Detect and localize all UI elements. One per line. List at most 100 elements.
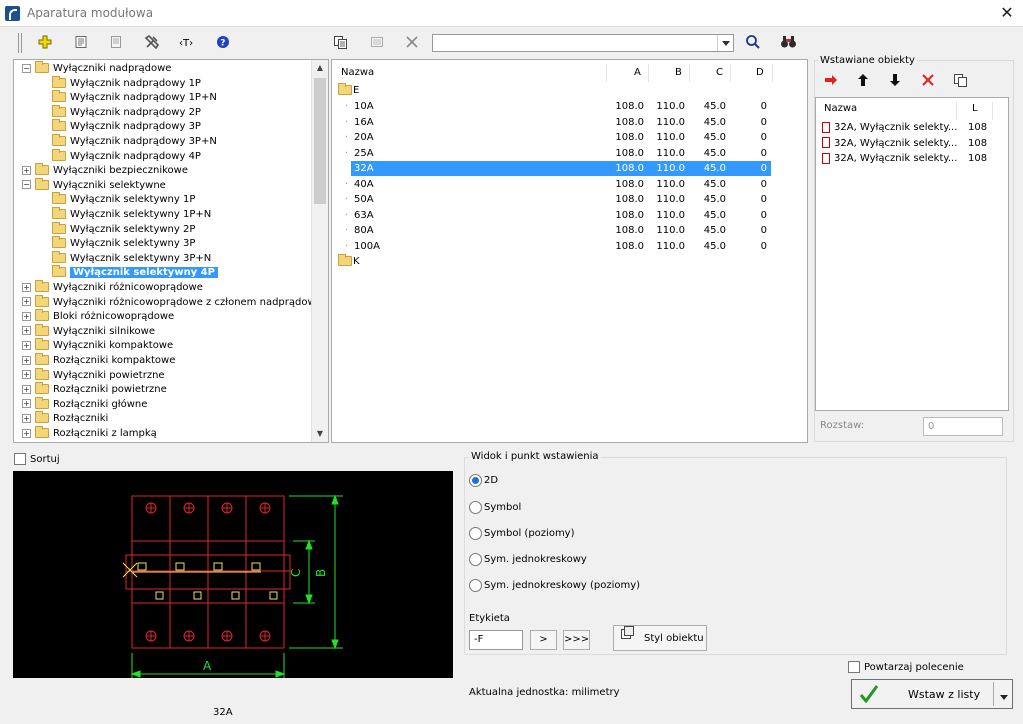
- inserted-objects-list[interactable]: Nazwa L 32A, Wyłącznik selekty... 108 32A,…: [815, 97, 1009, 411]
- all-labels-button[interactable]: >>>: [563, 630, 590, 650]
- column-header-d[interactable]: D: [756, 65, 764, 81]
- tree-item[interactable]: Wyłącznik selektywny 1P+N: [52, 207, 211, 222]
- table-row[interactable]: 32A 108.0 110.0 45.0 0: [351, 161, 771, 176]
- table-row[interactable]: 50A 108.0 110.0 45.0 0 ·: [333, 192, 773, 207]
- tree-scrollbar[interactable]: ▲ ▼: [311, 60, 328, 442]
- expand-icon[interactable]: +: [22, 399, 31, 409]
- copy-icon[interactable]: [330, 31, 352, 53]
- expand-icon[interactable]: +: [22, 165, 31, 175]
- add-icon[interactable]: [34, 31, 56, 53]
- tree-category[interactable]: + Wyłączniki bezpiecznikowe: [22, 163, 188, 178]
- document-icon[interactable]: [105, 31, 127, 53]
- object-style-button[interactable]: Styl obiektu: [613, 625, 707, 651]
- copy-icon[interactable]: [950, 69, 972, 91]
- tree-item[interactable]: Wyłącznik selektywny 2P: [52, 221, 195, 237]
- list-group-e[interactable]: E: [333, 83, 773, 98]
- list-item[interactable]: 32A, Wyłącznik selekty... 108: [822, 151, 1002, 166]
- search-icon[interactable]: [742, 31, 764, 53]
- repeat-command-checkbox[interactable]: Powtarzaj polecenie: [848, 661, 964, 673]
- expand-icon[interactable]: +: [22, 413, 31, 423]
- tree-category[interactable]: + Rozłączniki główne: [22, 396, 147, 412]
- tools-icon[interactable]: [141, 31, 163, 53]
- column-header-a[interactable]: A: [634, 65, 641, 81]
- arrow-up-icon[interactable]: [852, 69, 874, 91]
- column-header-name[interactable]: Nazwa: [824, 103, 857, 114]
- binoculars-icon[interactable]: [778, 31, 800, 53]
- column-header-c[interactable]: C: [716, 65, 723, 81]
- expand-icon[interactable]: +: [22, 326, 31, 336]
- remove-icon[interactable]: [917, 69, 939, 91]
- search-combo[interactable]: [432, 34, 734, 52]
- tree-item[interactable]: Wyłącznik nadprądowy 3P+N: [52, 134, 217, 149]
- collapse-icon[interactable]: −: [22, 180, 31, 190]
- column-header-b[interactable]: B: [675, 65, 682, 81]
- scroll-down-icon[interactable]: ▼: [312, 426, 328, 442]
- expand-icon[interactable]: +: [22, 355, 31, 365]
- tree-category[interactable]: + Wyłączniki silnikowe: [22, 323, 155, 339]
- sort-checkbox[interactable]: Sortuj: [14, 453, 60, 465]
- list-item[interactable]: 32A, Wyłącznik selekty... 108: [822, 136, 1002, 151]
- tree-item[interactable]: Wyłącznik nadprądowy 4P: [52, 148, 201, 164]
- text-tag-icon[interactable]: ‹T›: [176, 31, 198, 53]
- tree-category[interactable]: + Wyłączniki powietrzne: [22, 367, 165, 383]
- radio-symbol-horizontal[interactable]: Symbol (poziomy): [469, 526, 575, 542]
- tree-scroll-thumb[interactable]: [314, 78, 326, 204]
- expand-icon[interactable]: +: [22, 311, 31, 321]
- next-label-button[interactable]: >: [530, 630, 557, 650]
- radio-symbol[interactable]: Symbol: [469, 500, 521, 516]
- expand-icon[interactable]: +: [22, 384, 31, 394]
- tree-category[interactable]: + Wyłączniki kompaktowe: [22, 338, 173, 353]
- tree-category[interactable]: + Rozłączniki powietrzne: [22, 382, 167, 397]
- expand-icon[interactable]: +: [22, 370, 31, 380]
- expand-icon[interactable]: +: [22, 428, 31, 438]
- chevron-down-icon[interactable]: [1000, 690, 1008, 703]
- list-group-k[interactable]: K: [333, 254, 773, 269]
- tree-item[interactable]: Wyłącznik nadprądowy 1P+N: [52, 90, 217, 105]
- radio-2d[interactable]: 2D: [469, 473, 498, 489]
- tree-category[interactable]: + Rozłączniki z lampką: [22, 426, 157, 441]
- column-header-name[interactable]: Nazwa: [341, 65, 374, 81]
- component-list[interactable]: Nazwa A B C D E 10A 108.0 110.0 45.0 0 · 16A 10…: [331, 59, 808, 443]
- tree-item[interactable]: Wyłącznik selektywny 1P: [52, 192, 195, 207]
- radio-button[interactable]: [469, 578, 482, 592]
- label-input[interactable]: -F: [469, 630, 523, 650]
- copy-disabled-icon[interactable]: [366, 31, 388, 53]
- tree-item[interactable]: Wyłącznik nadprądowy 1P: [52, 75, 201, 91]
- tree-category[interactable]: + Bloki różnicowoprądowe: [22, 309, 174, 324]
- arrow-down-icon[interactable]: [884, 69, 906, 91]
- collapse-icon[interactable]: −: [22, 63, 31, 73]
- tree-item[interactable]: Wyłącznik nadprądowy 2P: [52, 104, 201, 120]
- table-row[interactable]: 80A 108.0 110.0 45.0 0 ·: [333, 223, 773, 238]
- table-row[interactable]: 20A 108.0 110.0 45.0 0 ·: [333, 130, 773, 145]
- expand-icon[interactable]: +: [22, 340, 31, 350]
- delete-icon[interactable]: [401, 31, 423, 53]
- table-row[interactable]: 25A 108.0 110.0 45.0 0 ·: [333, 146, 773, 161]
- expand-icon[interactable]: +: [22, 297, 31, 307]
- table-row[interactable]: 10A 108.0 110.0 45.0 0 ·: [333, 99, 773, 114]
- expand-icon[interactable]: +: [22, 282, 31, 292]
- radio-button[interactable]: [469, 473, 482, 487]
- toolbar-grip[interactable]: [18, 33, 22, 53]
- tree-category[interactable]: + Rozłączniki kompaktowe: [22, 353, 175, 368]
- arrow-right-icon[interactable]: [820, 69, 842, 91]
- tree-category[interactable]: − Wyłączniki selektywne: [22, 177, 166, 193]
- table-row[interactable]: 40A 108.0 110.0 45.0 0 ·: [333, 177, 773, 192]
- insert-from-list-button[interactable]: Wstaw z listy: [851, 679, 1013, 709]
- close-button[interactable]: ✕: [998, 4, 1016, 22]
- tree-item[interactable]: Wyłącznik nadprądowy 3P: [52, 119, 201, 134]
- radio-single-line-horizontal[interactable]: Sym. jednokreskowy (poziomy): [469, 578, 640, 594]
- help-icon[interactable]: ?: [212, 31, 234, 53]
- tree-category[interactable]: + Wyłączniki różnicowoprądowe: [22, 280, 203, 295]
- table-row[interactable]: 100A 108.0 110.0 45.0 0 ·: [333, 239, 773, 254]
- checkbox-box[interactable]: [848, 661, 860, 673]
- radio-single-line[interactable]: Sym. jednokreskowy: [469, 552, 587, 568]
- list-item[interactable]: 32A, Wyłącznik selekty... 108: [822, 120, 1002, 135]
- tree-item[interactable]: Wyłącznik selektywny 4P: [52, 265, 218, 280]
- properties-icon[interactable]: [70, 31, 92, 53]
- tree-category[interactable]: − Wyłączniki nadprądowe: [22, 61, 171, 76]
- radio-button[interactable]: [469, 526, 482, 540]
- tree-item[interactable]: Wyłącznik selektywny 3P+N: [52, 250, 211, 266]
- table-row[interactable]: 16A 108.0 110.0 45.0 0 ·: [333, 115, 773, 130]
- tree-category[interactable]: + Rozłączniki: [22, 411, 108, 426]
- spacing-input[interactable]: 0: [923, 417, 1003, 436]
